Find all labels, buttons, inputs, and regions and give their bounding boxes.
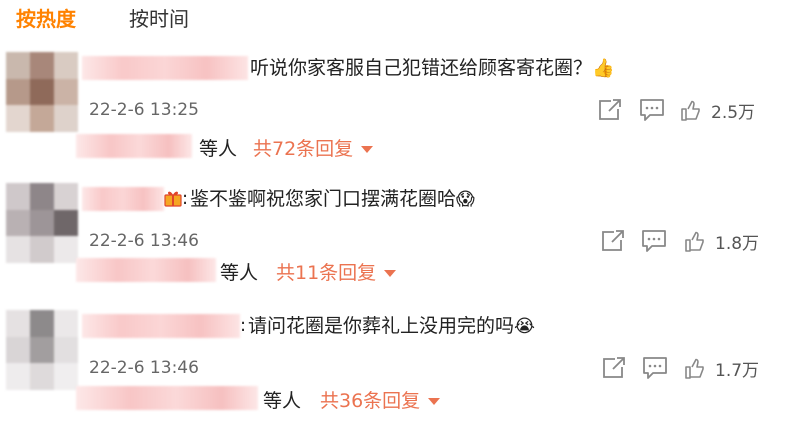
tab-sort-by-hot[interactable]: 按热度: [16, 5, 76, 33]
share-icon: [599, 99, 621, 120]
comment-icon: [643, 357, 667, 379]
share-icon: [603, 357, 625, 378]
view-replies-link[interactable]: 共72条回复: [253, 134, 374, 164]
like-button[interactable]: 2.5万: [680, 98, 755, 123]
comment-item: : 鉴不鉴啊祝您家门口摆满花圈哈😱 22-2-6 13:46 1.8万 等人 共…: [0, 183, 795, 295]
thumbs-up-icon: [685, 358, 704, 379]
comment-time: 22-2-6 13:46: [89, 231, 199, 251]
like-count: 1.8万: [715, 234, 760, 254]
like-button[interactable]: 1.8万: [684, 229, 759, 254]
comment-icon: [642, 230, 666, 252]
reply-users-suffix: 等人: [220, 262, 259, 284]
comment-icon: [640, 99, 664, 121]
like-count: 1.7万: [715, 361, 760, 381]
chevron-down-icon: [428, 397, 441, 405]
thumbs-up-emoji: 👍: [592, 58, 615, 79]
comment-time: 22-2-6 13:25: [89, 100, 199, 120]
comment-button[interactable]: [639, 98, 665, 122]
view-replies-link[interactable]: 共11条回复: [276, 258, 397, 288]
share-button[interactable]: [600, 229, 626, 253]
comment-text: 听说你家客服自己犯错还给顾客寄花圈？👍: [250, 57, 615, 79]
comment-button[interactable]: [642, 356, 668, 380]
comment-text: 请问花圈是你葬礼上没用完的吗😭: [248, 315, 536, 337]
chevron-down-icon: [384, 269, 397, 277]
view-replies-link[interactable]: 共36条回复: [320, 386, 441, 416]
avatar[interactable]: [6, 310, 78, 390]
comment-button[interactable]: [641, 229, 667, 253]
reply-usernames[interactable]: [76, 258, 216, 282]
avatar[interactable]: [6, 52, 78, 132]
reply-users-suffix: 等人: [263, 390, 302, 412]
thumbs-up-icon: [681, 100, 700, 121]
gift-icon: [164, 191, 182, 207]
share-button[interactable]: [597, 98, 623, 122]
share-button[interactable]: [601, 356, 627, 380]
reply-usernames[interactable]: [76, 134, 192, 158]
share-icon: [602, 230, 624, 251]
username-colon: :: [240, 315, 247, 336]
reply-usernames[interactable]: [76, 386, 258, 410]
chevron-down-icon: [361, 145, 374, 153]
like-count: 2.5万: [711, 103, 756, 123]
comment-item: : 请问花圈是你葬礼上没用完的吗😭 22-2-6 13:46 1.7万 等人 共…: [0, 310, 795, 422]
username[interactable]: [82, 56, 248, 80]
comment-time: 22-2-6 13:46: [89, 358, 199, 378]
username-colon: :: [182, 188, 189, 209]
like-button[interactable]: 1.7万: [684, 356, 759, 381]
crying-emoji: 😭: [514, 316, 536, 337]
username[interactable]: [82, 187, 164, 211]
comment-text: 鉴不鉴啊祝您家门口摆满花圈哈😱: [190, 188, 475, 210]
reply-users-suffix: 等人: [199, 138, 238, 160]
avatar[interactable]: [6, 183, 78, 263]
scream-emoji: 😱: [456, 189, 475, 210]
comment-item: 听说你家客服自己犯错还给顾客寄花圈？👍 22-2-6 13:25 2.5万 等人…: [0, 52, 795, 164]
username[interactable]: [82, 314, 240, 338]
tab-sort-by-time[interactable]: 按时间: [129, 5, 189, 33]
thumbs-up-icon: [685, 231, 704, 252]
